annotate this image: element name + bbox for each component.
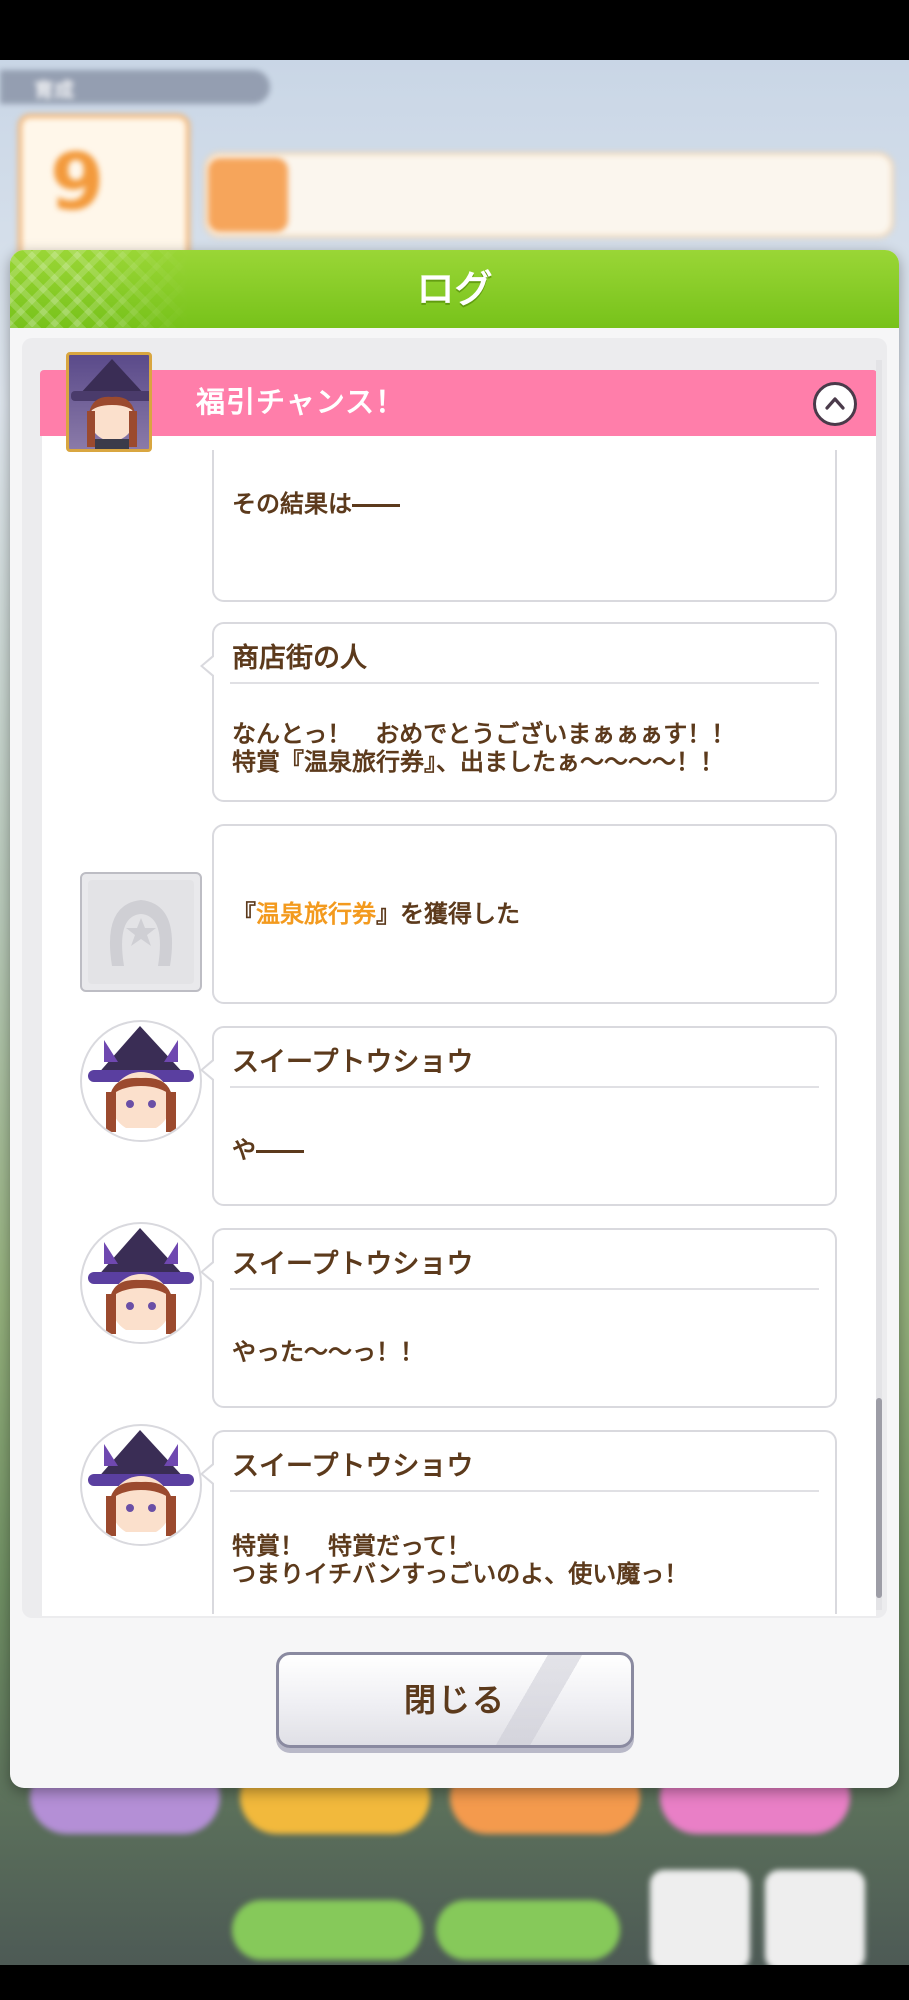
acquired-item: 温泉旅行券 bbox=[256, 900, 376, 928]
message-bubble: スイープトウショウ や―― bbox=[200, 1026, 837, 1206]
section-character-thumb bbox=[66, 352, 152, 452]
bg-skip-button bbox=[232, 1900, 422, 1960]
message-text: 特賞！ 特賞だって！ つまりイチバンすっごいのよ、使い魔っ！ bbox=[232, 1532, 689, 1588]
speaker-name: スイープトウショウ bbox=[232, 1451, 474, 1482]
shopkeeper-avatar bbox=[80, 872, 202, 992]
message-bubble: スイープトウショウ 特賞！ 特賞だって！ つまりイチバンすっごいのよ、使い魔っ！ bbox=[200, 1430, 837, 1614]
acquired-suffix: 』を獲得した bbox=[376, 900, 520, 928]
message-bubble: その結果は―― bbox=[212, 450, 837, 602]
message-bubble: 商店街の人 なんとっ！ おめでとうございまぁぁぁす！！ 特賞『温泉旅行券』、出ま… bbox=[200, 622, 837, 802]
bg-objective-banner bbox=[204, 152, 894, 238]
close-button-label: 閉じる bbox=[403, 1681, 506, 1719]
divider bbox=[230, 1086, 819, 1088]
bg-turn-number: 9 bbox=[50, 138, 105, 228]
bubble-tail bbox=[200, 654, 215, 678]
dialog-title: ログ bbox=[416, 267, 493, 311]
message-text: やった～～っ！！ bbox=[232, 1338, 424, 1366]
bubble-tail bbox=[200, 1462, 215, 1486]
nav-bar bbox=[0, 1965, 909, 2000]
bg-objective-tag bbox=[208, 158, 288, 232]
message-text: なんとっ！ おめでとうございまぁぁぁす！！ 特賞『温泉旅行券』、出ましたぁ～～～… bbox=[232, 720, 736, 776]
bg-calendar-icon bbox=[650, 1870, 750, 1965]
divider bbox=[230, 682, 819, 684]
character-avatar bbox=[80, 1020, 202, 1142]
message-bubble: 『温泉旅行券』を獲得した bbox=[212, 824, 837, 1004]
speaker-name: スイープトウショウ bbox=[232, 1249, 474, 1280]
character-avatar bbox=[80, 1424, 202, 1546]
message-text: 『温泉旅行券』を獲得した bbox=[232, 900, 520, 928]
divider bbox=[230, 1288, 819, 1290]
status-bar bbox=[0, 0, 909, 60]
divider bbox=[230, 1490, 819, 1492]
close-button[interactable]: 閉じる bbox=[276, 1652, 634, 1748]
chevron-up-icon bbox=[825, 397, 845, 410]
collapse-button[interactable] bbox=[813, 382, 857, 426]
bg-status-label: 育成 bbox=[34, 78, 74, 102]
message-text: その結果は―― bbox=[232, 490, 400, 518]
log-dialog: ログ 福引チャンス！ その結果は―― 商店街の人 なんとっ！ おめでとうございま… bbox=[10, 250, 899, 1788]
bg-log-button bbox=[436, 1900, 620, 1960]
character-avatar bbox=[80, 1222, 202, 1344]
scrollbar-thumb[interactable] bbox=[876, 1398, 882, 1598]
message-text: や―― bbox=[232, 1136, 304, 1164]
speaker-name: スイープトウショウ bbox=[232, 1047, 474, 1078]
item-bracket-open: 『 bbox=[232, 900, 256, 928]
bg-menu-icon bbox=[765, 1870, 865, 1965]
message-bubble: スイープトウショウ やった～～っ！！ bbox=[200, 1228, 837, 1408]
section-header[interactable]: 福引チャンス！ bbox=[40, 370, 877, 436]
bubble-tail bbox=[200, 1058, 215, 1082]
section-title: 福引チャンス！ bbox=[196, 385, 406, 419]
speaker-name: 商店街の人 bbox=[232, 643, 367, 674]
bubble-tail bbox=[200, 1260, 215, 1284]
horseshoe-icon bbox=[88, 880, 194, 984]
dialog-header: ログ bbox=[10, 250, 899, 328]
